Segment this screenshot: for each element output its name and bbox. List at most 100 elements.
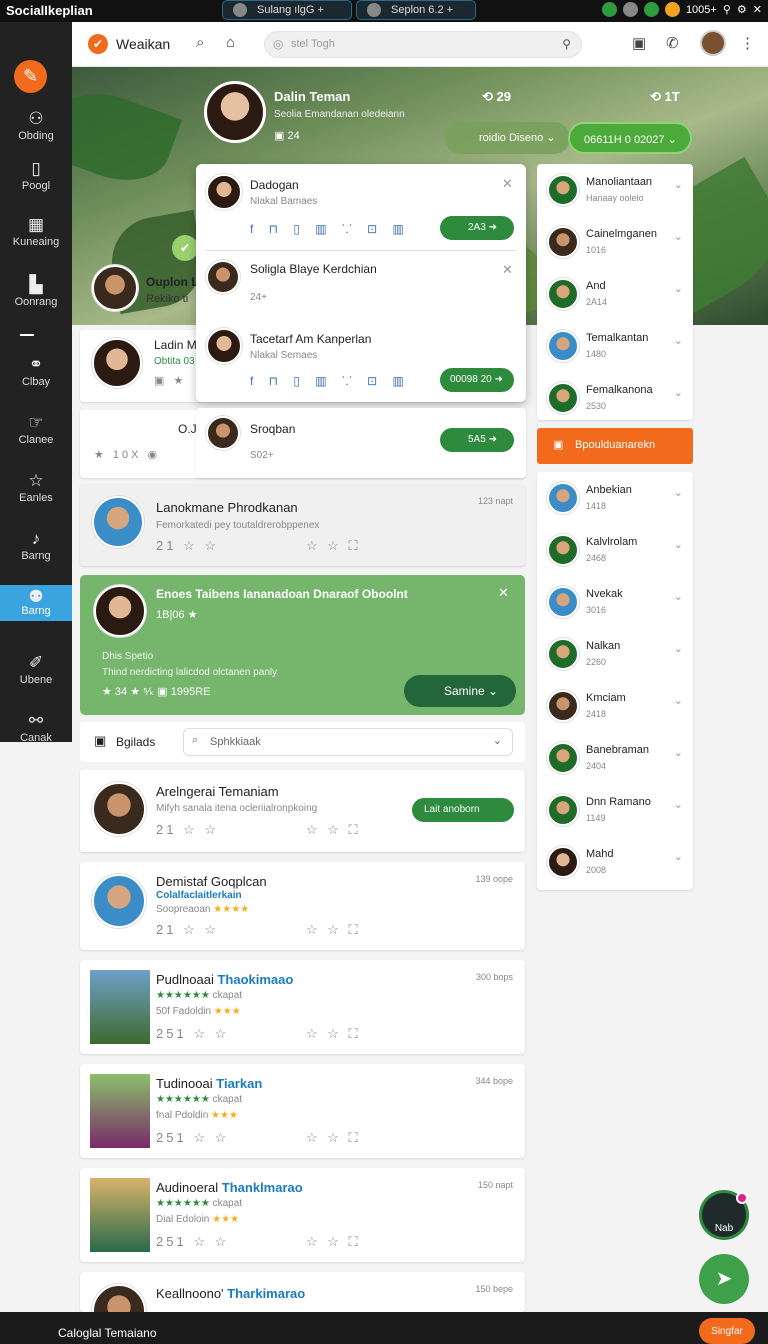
feed-card[interactable]: Demistaf Goqplcan Colalfaclaitlerkain So…	[80, 862, 525, 950]
avatar[interactable]	[94, 585, 146, 637]
share-icons[interactable]: f ⊓ ▯ ▥ ⸪ ⊡ ▥	[250, 220, 410, 237]
status-icon[interactable]	[601, 2, 617, 17]
add-friend-button[interactable]: Lait anoborn	[412, 798, 514, 822]
contact-item[interactable]: Kalvlrolam 2468 ⌄	[537, 524, 693, 576]
avatar-icon[interactable]	[622, 2, 638, 17]
post-thumbnail[interactable]	[90, 970, 150, 1044]
avatar	[547, 586, 579, 618]
profile-avatar[interactable]	[204, 81, 266, 143]
sidebar-item-9[interactable]: ✐ Ubene	[0, 652, 72, 702]
mic-icon[interactable]: ⚲	[562, 37, 571, 51]
rating-row[interactable]: 21 ☆ ☆	[156, 922, 219, 938]
action-icons[interactable]: ☆ ☆ ⛶	[306, 1234, 361, 1250]
avatar[interactable]	[92, 782, 146, 836]
sidebar-item-5[interactable]: ☞ Clanee	[0, 412, 72, 462]
dropdown-item[interactable]: Tacetarf Am Kanperlan Nlakal Semaes f ⊓ …	[196, 322, 526, 392]
close-icon[interactable]: ✕	[502, 262, 513, 278]
dropdown-item[interactable]: Sroqban S02+ 5A5 ➜	[196, 408, 526, 478]
samine-button[interactable]: Samine ⌄	[404, 675, 516, 707]
action-icons[interactable]: ☆ ☆ ⛶	[306, 538, 361, 554]
post-thumbnail[interactable]	[90, 1178, 150, 1252]
status-pill[interactable]: 00098 20 ➜	[440, 368, 514, 392]
settings-icon[interactable]: ⚙	[737, 3, 747, 16]
close-icon[interactable]: ✕	[753, 3, 762, 16]
tab-chip-2[interactable]: Seplon 6.2 +	[356, 0, 476, 20]
date-dropdown-button[interactable]: 06611H 0 02027 ⌄	[568, 122, 692, 154]
shield-icon[interactable]	[643, 2, 659, 17]
rating-row[interactable]: 21 ☆ ☆	[156, 822, 219, 838]
avatar	[547, 794, 579, 826]
contact-item[interactable]: Kmciam 2418 ⌄	[537, 680, 693, 732]
search-icon[interactable]: ⌕	[196, 34, 204, 51]
star-icon: ☆	[28, 471, 44, 490]
feed-card[interactable]: Keallnoono' Tharkimarao 150 bepe	[80, 1272, 525, 1312]
sidebar-item-8[interactable]: ⚉ Barng	[0, 585, 72, 621]
sidebar-item-1[interactable]: ▯ Poogl	[0, 158, 72, 208]
share-icons[interactable]: f ⊓ ▯ ▥ ⸪ ⊡ ▥	[250, 372, 410, 389]
rating-row[interactable]: 251 ☆ ☆	[156, 1130, 229, 1146]
more-icon[interactable]: ⋮	[740, 34, 755, 52]
dropdown-item[interactable]: Dadogan Nlakal Bamaes f ⊓ ▯ ▥ ⸪ ⊡ ▥ 2A3 …	[196, 164, 526, 240]
avatar[interactable]	[92, 874, 146, 928]
app-logo-icon[interactable]: ✎	[14, 60, 47, 93]
contact-item[interactable]: Femalkanona 2530 ⌄	[537, 372, 693, 424]
rating-row[interactable]: 251 ☆ ☆	[156, 1234, 229, 1250]
sidebar-item-0[interactable]: ⚇ Obding	[0, 108, 72, 158]
post-thumbnail[interactable]	[90, 1074, 150, 1148]
phone-icon[interactable]: ✆	[666, 34, 679, 52]
chevron-down-icon: ⌄	[492, 735, 502, 747]
post-card[interactable]: Lanokmane Phrodkanan Femorkatedi pey tou…	[80, 484, 525, 566]
feed-card[interactable]: Audinoeral Thanklmarao ★★★★★★ ckapat Dia…	[80, 1168, 525, 1262]
user-avatar[interactable]	[700, 30, 726, 56]
contact-item[interactable]: Temalkantan 1480 ⌄	[537, 320, 693, 372]
contact-item[interactable]: Manoliantaan Hanaay oolelo ⌄	[537, 164, 693, 216]
feed-card[interactable]: Pudlnoaai Thaokimaao ★★★★★★ ckapat 50f F…	[80, 960, 525, 1054]
status-pill[interactable]: 2A3 ➜	[440, 216, 514, 240]
sidebar-item-7[interactable]: ♪ Barng	[0, 528, 72, 578]
avatar[interactable]	[92, 338, 142, 388]
search-input[interactable]: ◎ stel Togh ⚲	[264, 31, 582, 58]
orange-action-button[interactable]: ▣ Bpoulduanarekn	[537, 428, 693, 464]
rating-row[interactable]: 251 ☆ ☆	[156, 1026, 229, 1042]
action-icons[interactable]: ☆ ☆ ⛶	[306, 922, 361, 938]
sidebar-item-3[interactable]: ▙ Oonrang	[0, 274, 72, 324]
sidebar-item-2[interactable]: ▦ Kuneaing	[0, 214, 72, 264]
avatar[interactable]	[92, 496, 144, 548]
sun-icon[interactable]	[664, 2, 680, 17]
signup-button[interactable]: Singfar	[699, 1318, 755, 1344]
close-icon[interactable]: ✕	[502, 176, 513, 192]
rating-row[interactable]: 21 ☆ ☆	[156, 538, 219, 554]
home-icon[interactable]: ⌂	[226, 34, 235, 51]
send-fab[interactable]: ➤	[699, 1254, 749, 1304]
radio-design-button[interactable]: roidio Diseno ⌄	[445, 122, 570, 154]
contact-item[interactable]: Dnn Ramano 1149 ⌄	[537, 784, 693, 836]
dropdown-item[interactable]: Soligla Blaye Kerdchian 24+ ✕	[196, 252, 526, 322]
action-icons[interactable]: ☆ ☆ ⛶	[306, 1130, 361, 1146]
filter-select[interactable]: ⌕ Sphkkiaak ⌄	[183, 728, 513, 756]
contact-item[interactable]: Nvekak 3016 ⌄	[537, 576, 693, 628]
feed-card[interactable]: Arelngerai Temaniam Mifyh sanala itena o…	[80, 770, 525, 852]
status-pill[interactable]: 5A5 ➜	[440, 428, 514, 452]
contact-item[interactable]: And 2A14 ⌄	[537, 268, 693, 320]
message-icon[interactable]: ▣	[632, 34, 646, 52]
friend-avatar[interactable]	[92, 265, 138, 311]
avatar[interactable]	[12, 1316, 42, 1344]
music-icon: ♪	[31, 529, 41, 548]
contact-item[interactable]: Cainelmganen 1016 ⌄	[537, 216, 693, 268]
avatar[interactable]	[92, 1284, 146, 1312]
contact-item[interactable]: Anbekian 1418 ⌄	[537, 472, 693, 524]
feed-card[interactable]: Tudinooai Tiarkan ★★★★★★ ckapat fnal Pdo…	[80, 1064, 525, 1158]
action-icons[interactable]: ☆ ☆ ⛶	[306, 1026, 361, 1042]
contact-item[interactable]: Mahd 2008 ⌄	[537, 836, 693, 888]
sidebar-item-4[interactable]: ⚭ Clbay	[0, 354, 72, 404]
close-icon[interactable]: ✕	[498, 585, 509, 601]
contact-item[interactable]: Banebraman 2404 ⌄	[537, 732, 693, 784]
contact-item[interactable]: Nalkan 2260 ⌄	[537, 628, 693, 680]
featured-post[interactable]: Enoes Taibens Iananadoan Dnaraof Oboolnt…	[80, 575, 525, 715]
sidebar-item-10[interactable]: ⚯ Canak	[0, 710, 72, 760]
tab-chip-1[interactable]: Sulang ılgG +	[222, 0, 352, 20]
location-icon[interactable]: ⚲	[723, 3, 731, 16]
action-icons[interactable]: ☆ ☆ ⛶	[306, 822, 361, 838]
sidebar-item-6[interactable]: ☆ Eanles	[0, 470, 72, 520]
check-logo-icon[interactable]: ✔	[88, 34, 108, 54]
